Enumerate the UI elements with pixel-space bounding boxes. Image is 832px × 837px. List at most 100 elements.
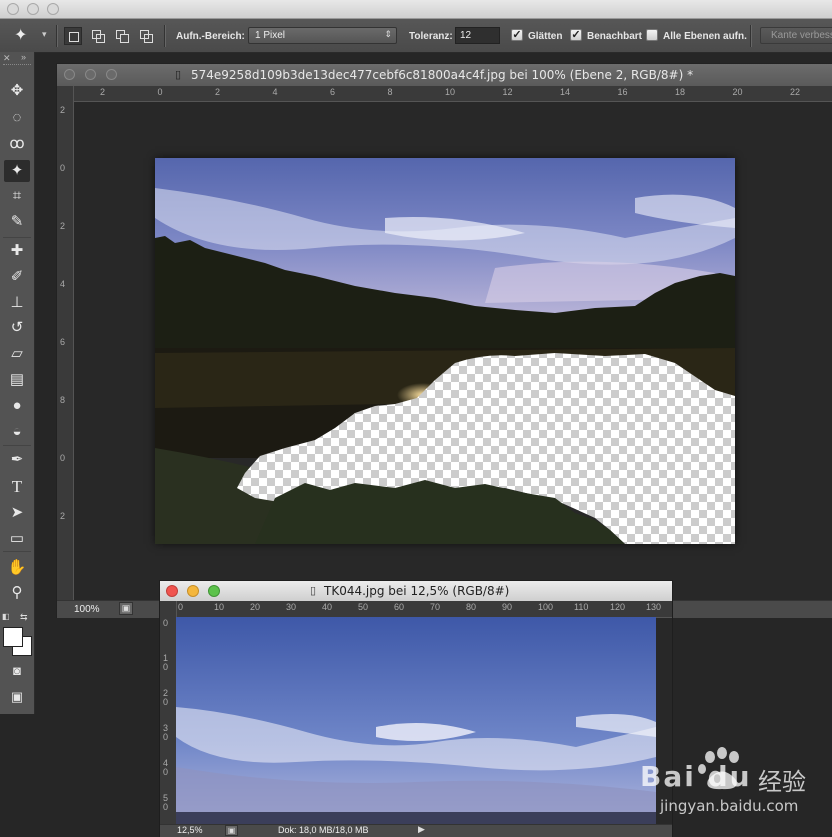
new-selection-mode-button[interactable] — [64, 27, 82, 45]
type-tool-icon[interactable]: T — [4, 476, 30, 498]
close-button[interactable] — [7, 3, 19, 15]
ruler2-vertical[interactable]: 0 1 0 2 0 3 0 4 0 5 0 — [160, 601, 177, 826]
antialias-label: Glätten — [528, 31, 563, 42]
ruler-label: 130 — [646, 602, 662, 612]
foreground-color-swatch[interactable] — [3, 627, 23, 647]
default-colors-icon[interactable]: ◧ — [2, 612, 10, 621]
history-brush-tool-icon[interactable]: ↺ — [4, 317, 30, 339]
status2-menu-icon[interactable]: ▣ — [225, 825, 238, 836]
ruler-label: 4 0 — [163, 758, 169, 777]
crop-tool-icon[interactable]: ⌗ — [4, 185, 30, 207]
gradient-tool-icon[interactable]: ▤ — [4, 369, 30, 391]
clone-stamp-tool-icon[interactable]: ⊥ — [4, 292, 30, 314]
refine-edge-label: Kante verbess — [771, 30, 832, 41]
sample-size-select[interactable]: 1 Pixel ⇕ — [248, 27, 397, 44]
ruler-label: 60 — [394, 602, 405, 612]
ruler-label: 2 — [60, 511, 66, 521]
ruler-label: 2 0 — [163, 688, 169, 707]
ruler-label: 18 — [675, 87, 686, 97]
ruler2-horizontal[interactable]: 0 10 20 30 40 50 60 70 80 90 100 110 120 130 — [176, 601, 672, 618]
ruler-label: 4 — [272, 87, 278, 97]
intersect-selection-mode-button[interactable] — [137, 27, 155, 45]
path-selection-tool-icon[interactable]: ➤ — [4, 502, 30, 524]
ruler-label: 80 — [466, 602, 477, 612]
brush-tool-icon[interactable]: ✐ — [4, 266, 30, 288]
doc-minimize-button[interactable] — [85, 69, 96, 80]
contiguous-checkbox[interactable]: ✓ — [570, 29, 582, 41]
hand-tool-icon[interactable]: ✋ — [4, 557, 30, 579]
document-titlebar: ▯ 574e9258d109b3de13dec477cebf6c81800a4c… — [57, 64, 832, 87]
magic-wand-tool-icon[interactable]: ✦ — [4, 160, 30, 182]
ruler-label: 12 — [502, 87, 513, 97]
doc2-zoom-button[interactable] — [208, 585, 220, 597]
add-to-selection-mode-button[interactable] — [89, 27, 107, 45]
ruler-label: 0 — [157, 87, 163, 97]
ruler-label: 2 — [60, 221, 66, 231]
rectangle-tool-icon[interactable]: ▭ — [4, 528, 30, 550]
move-tool-icon[interactable]: ✥ — [4, 80, 30, 102]
chevron-down-icon[interactable]: ▾ — [42, 29, 47, 40]
document2-title: TK044.jpg bei 12,5% (RGB/8#) — [324, 584, 510, 598]
zoom-button[interactable] — [47, 3, 59, 15]
doc2-minimize-button[interactable] — [187, 585, 199, 597]
document-title: 574e9258d109b3de13dec477cebf6c81800a4c4f… — [191, 68, 694, 82]
ruler-horizontal[interactable]: 2 0 2 4 6 8 10 12 14 16 18 20 22 — [73, 86, 832, 102]
refine-edge-button[interactable]: Kante verbess — [760, 27, 832, 44]
doc-close-button[interactable] — [64, 69, 75, 80]
options-bar: ✦ ▾ Aufn.-Bereich: 1 Pixel ⇕ Toleranz: 1… — [0, 19, 832, 53]
marquee-tool-icon[interactable]: ◌ — [4, 107, 30, 129]
ruler-label: 4 — [60, 279, 66, 289]
ruler-label: 6 — [60, 337, 66, 347]
blur-tool-icon[interactable]: ● — [4, 395, 30, 417]
play-arrow-icon[interactable]: ▶ — [418, 824, 425, 835]
eyedropper-tool-icon[interactable]: ✎ — [4, 211, 30, 233]
screen-mode-icon[interactable]: ▣ — [4, 686, 30, 708]
pen-tool-icon[interactable]: ✒ — [4, 449, 30, 471]
doc2-close-button[interactable] — [166, 585, 178, 597]
sample-size-value: 1 Pixel — [255, 30, 286, 41]
ruler-label: 110 — [574, 602, 589, 612]
watermark-url: jingyan.baidu.com — [660, 797, 799, 815]
ruler-label: 14 — [560, 87, 571, 97]
zoom-tool-icon[interactable]: ⚲ — [4, 582, 30, 604]
subtract-from-selection-mode-button[interactable] — [113, 27, 131, 45]
ruler-label: 40 — [322, 602, 333, 612]
lasso-tool-icon[interactable]: ꝏ — [4, 133, 30, 155]
status-menu-icon[interactable]: ▣ — [119, 602, 133, 615]
tolerance-label: Toleranz: — [409, 31, 453, 42]
ruler-label: 5 0 — [163, 793, 169, 812]
collapse-icon[interactable]: » — [21, 52, 26, 62]
eraser-tool-icon[interactable]: ▱ — [4, 343, 30, 365]
ruler-vertical[interactable]: 2 0 2 4 6 8 0 2 — [57, 86, 74, 601]
tolerance-input[interactable]: 12 — [455, 27, 500, 44]
image-canvas-main[interactable] — [155, 158, 735, 544]
magic-wand-preset-icon[interactable]: ✦ — [14, 25, 27, 45]
ruler-label: 50 — [358, 602, 369, 612]
ruler-label: 0 — [178, 602, 184, 612]
ruler-label: 0 — [163, 618, 169, 628]
antialias-checkbox[interactable]: ✓ — [511, 29, 523, 41]
document2-status-bar: 12,5% ▣ Dok: 18,0 MB/18,0 MB ▶ — [160, 824, 672, 837]
ruler-label: 20 — [732, 87, 743, 97]
sky-image — [176, 617, 656, 824]
contiguous-label: Benachbart — [587, 31, 643, 42]
ruler-label: 2 — [215, 87, 221, 97]
healing-brush-tool-icon[interactable]: ✚ — [4, 240, 30, 262]
zoom-level[interactable]: 100% — [74, 604, 100, 615]
toolbox: ✕ » ✥ ◌ ꝏ ✦ ⌗ ✎ ✚ ✐ ⊥ ↺ ▱ ▤ ● ◒ ✒ T ➤ ▭ … — [0, 52, 35, 714]
ruler-label: 90 — [502, 602, 513, 612]
all-layers-label: Alle Ebenen aufn. — [663, 31, 747, 42]
ruler-label: 120 — [610, 602, 626, 612]
doc-zoom-button[interactable] — [106, 69, 117, 80]
zoom2-level[interactable]: 12,5% — [177, 825, 203, 835]
image-canvas-secondary[interactable] — [176, 617, 656, 824]
ruler-label: 6 — [330, 87, 336, 97]
quick-mask-icon[interactable]: ◙ — [4, 660, 30, 682]
dodge-tool-icon[interactable]: ◒ — [4, 421, 30, 443]
swap-colors-icon[interactable]: ⇆ — [20, 612, 28, 623]
close-icon[interactable]: ✕ — [3, 53, 11, 64]
minimize-button[interactable] — [27, 3, 39, 15]
ruler-label: 100 — [538, 602, 554, 612]
all-layers-checkbox[interactable] — [646, 29, 658, 41]
ruler-label: 0 — [60, 453, 66, 463]
